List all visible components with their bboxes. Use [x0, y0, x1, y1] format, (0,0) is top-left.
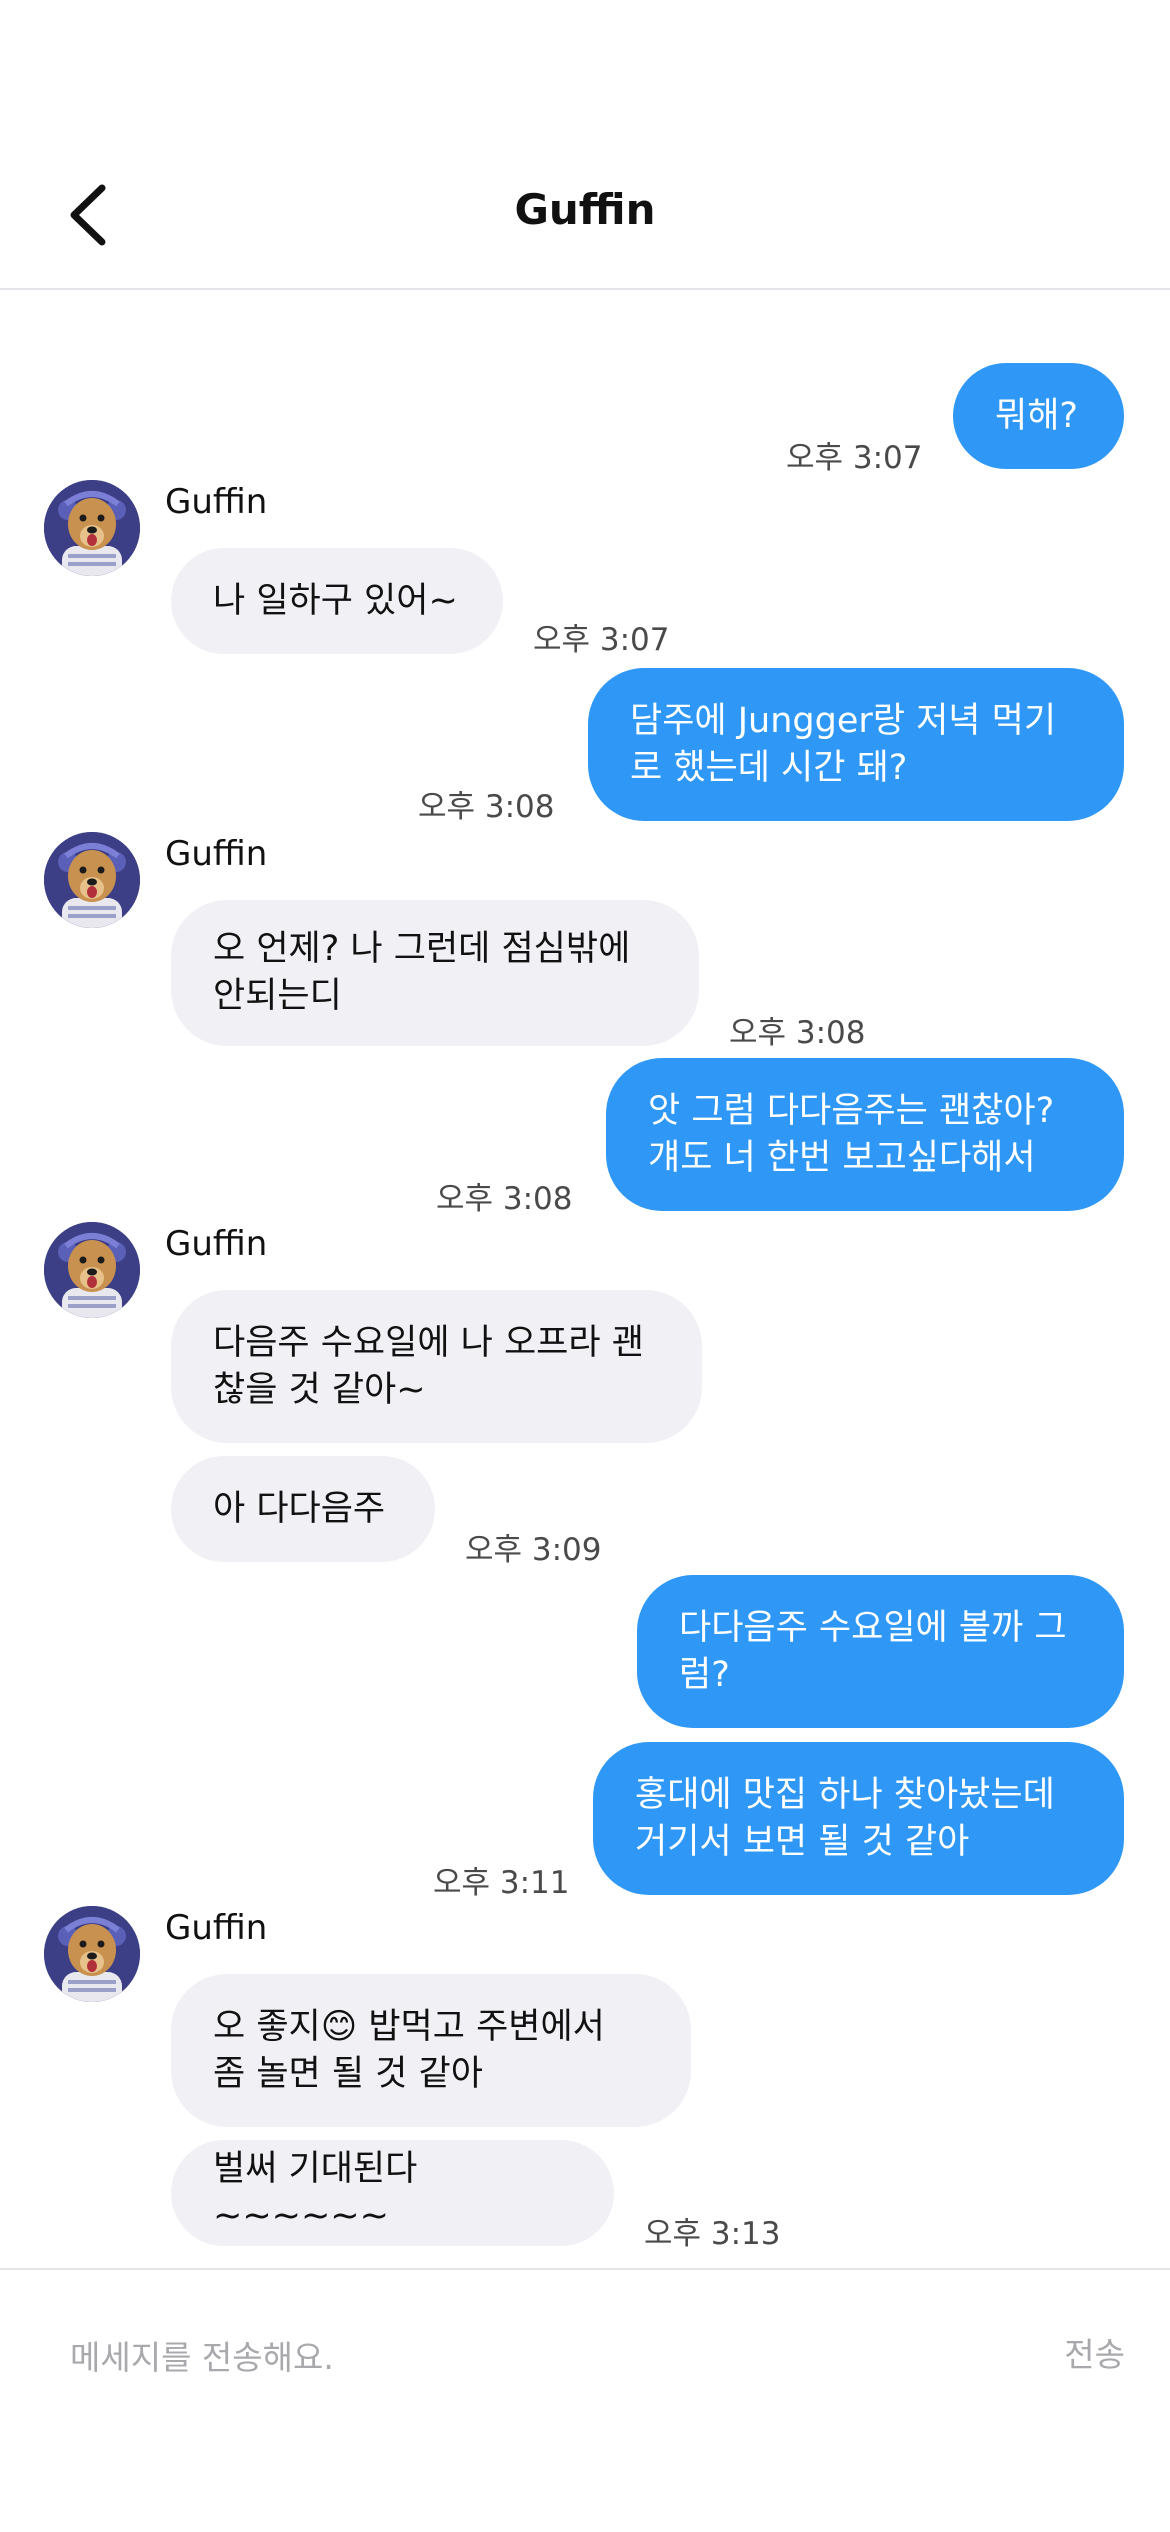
- avatar[interactable]: [44, 832, 140, 928]
- bear-avatar-icon: [44, 832, 140, 928]
- my-message-bubble[interactable]: 홍대에 맛집 하나 찾아놨는데 거기서 보면 될 것 같아: [593, 1742, 1124, 1895]
- chat-header: Guffin: [0, 0, 1170, 290]
- their-message-bubble[interactable]: 오 언제? 나 그런데 점심밖에 안되는디: [171, 900, 699, 1046]
- message-timestamp: 오후 3:07: [533, 622, 670, 658]
- page-title: Guffin: [514, 185, 656, 234]
- their-message-bubble[interactable]: 벌써 기대된다~~~~~~: [171, 2140, 614, 2246]
- avatar[interactable]: [44, 480, 140, 576]
- bear-avatar-icon: [44, 1222, 140, 1318]
- message-timestamp: 오후 3:08: [418, 789, 555, 825]
- sender-name: Guffin: [165, 1908, 268, 1948]
- my-message-bubble[interactable]: 앗 그럼 다다음주는 괜찮아? 걔도 너 한번 보고싶다해서: [606, 1058, 1124, 1211]
- my-message-bubble[interactable]: 담주에 Jungger랑 저녁 먹기 로 했는데 시간 돼?: [588, 668, 1124, 821]
- message-timestamp: 오후 3:08: [729, 1015, 866, 1051]
- message-timestamp: 오후 3:07: [786, 440, 923, 476]
- message-timestamp: 오후 3:09: [465, 1532, 602, 1568]
- sender-name: Guffin: [165, 834, 268, 874]
- their-message-bubble[interactable]: 다음주 수요일에 나 오프라 괜 찮을 것 같아~: [171, 1290, 702, 1443]
- their-message-bubble[interactable]: 오 좋지😊 밥먹고 주변에서 좀 놀면 될 것 같아: [171, 1974, 691, 2127]
- my-message-bubble[interactable]: 다다음주 수요일에 볼까 그 럼?: [637, 1575, 1124, 1728]
- message-timestamp: 오후 3:08: [436, 1181, 573, 1217]
- my-message-bubble[interactable]: 뭐해?: [953, 363, 1124, 469]
- message-timestamp: 오후 3:11: [433, 1865, 570, 1901]
- message-composer: 전송: [0, 2268, 1170, 2532]
- message-input[interactable]: [70, 2322, 970, 2392]
- avatar[interactable]: [44, 1222, 140, 1318]
- bear-avatar-icon: [44, 480, 140, 576]
- message-list[interactable]: 뭐해? 오후 3:07 Guffin 나 일하구 있어~ 오후 3:07 담주에…: [0, 292, 1170, 2267]
- send-button[interactable]: 전송: [1064, 2328, 1125, 2376]
- message-timestamp: 오후 3:13: [644, 2216, 781, 2252]
- sender-name: Guffin: [165, 482, 268, 522]
- their-message-bubble[interactable]: 아 다다음주: [171, 1456, 435, 1562]
- sender-name: Guffin: [165, 1224, 268, 1264]
- avatar[interactable]: [44, 1906, 140, 2002]
- their-message-bubble[interactable]: 나 일하구 있어~: [171, 548, 503, 654]
- bear-avatar-icon: [44, 1906, 140, 2002]
